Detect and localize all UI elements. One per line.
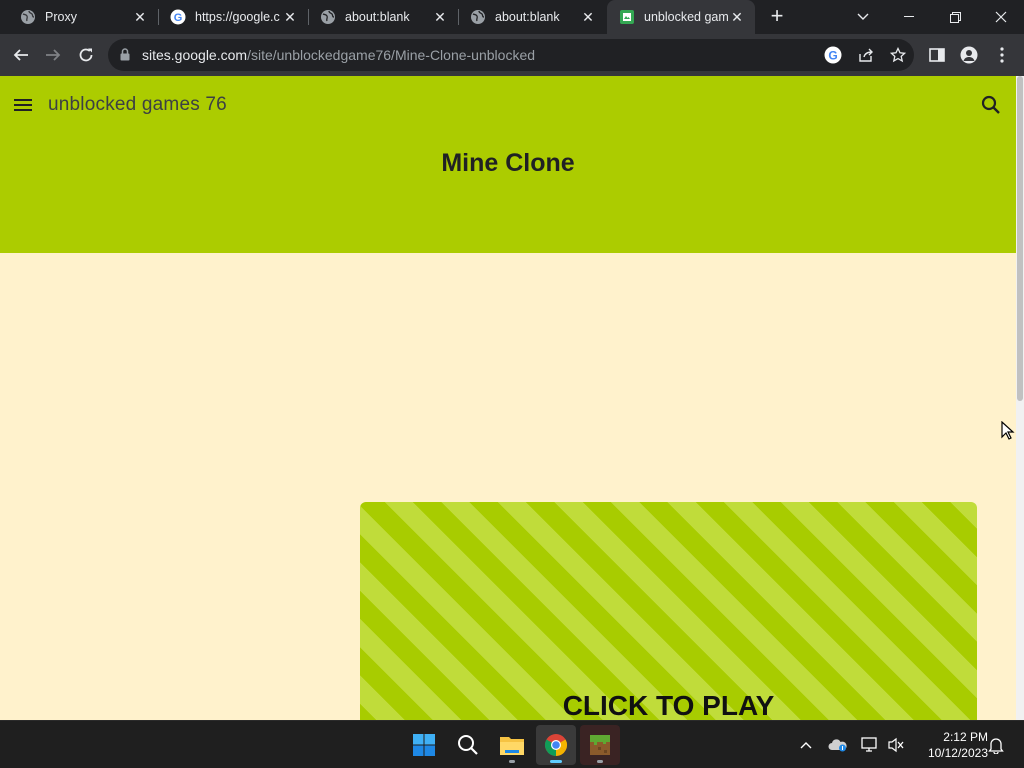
system-clock[interactable]: 2:12 PM 10/12/2023 (912, 729, 988, 761)
share-icon[interactable] (856, 45, 876, 65)
bookmark-star-icon[interactable] (888, 45, 908, 65)
globe-icon (320, 9, 336, 25)
close-tab-icon[interactable]: ✕ (132, 9, 148, 25)
menu-kebab-icon[interactable] (986, 39, 1018, 71)
url-host: sites.google.com (142, 47, 248, 63)
mouse-cursor-icon (1001, 421, 1015, 440)
file-explorer-icon[interactable] (492, 725, 532, 765)
url-text[interactable]: sites.google.com/site/unblockedgame76/Mi… (142, 47, 535, 63)
game-play-area[interactable]: CLICK TO PLAY (360, 502, 977, 720)
page-scrollbar[interactable] (1016, 76, 1024, 720)
globe-icon (20, 9, 36, 25)
globe-icon (470, 9, 486, 25)
tab-title: unblocked gam (644, 10, 729, 24)
svg-text:G: G (828, 49, 837, 63)
search-icon[interactable] (980, 94, 1002, 116)
click-to-play-label[interactable]: CLICK TO PLAY (360, 690, 977, 720)
close-window-button[interactable] (978, 0, 1024, 34)
google-sites-icon (619, 9, 635, 25)
tab-unblocked-games[interactable]: unblocked gam ✕ (607, 0, 755, 34)
running-indicator (597, 760, 603, 763)
profile-avatar-icon[interactable] (953, 39, 985, 71)
onedrive-icon[interactable] (828, 735, 848, 755)
volume-muted-icon[interactable] (886, 735, 906, 755)
chrome-icon[interactable] (536, 725, 576, 765)
minimize-button[interactable] (886, 0, 932, 34)
close-tab-icon[interactable]: ✕ (580, 9, 596, 25)
clock-date: 10/12/2023 (927, 746, 988, 760)
active-indicator (550, 760, 562, 763)
new-tab-button[interactable]: + (765, 5, 789, 29)
site-title[interactable]: unblocked games 76 (48, 94, 227, 116)
google-icon: G (170, 9, 186, 25)
running-indicator (509, 760, 515, 763)
tab-title: https://google.c (195, 10, 280, 24)
tab-title: about:blank (495, 10, 560, 24)
browser-toolbar: sites.google.com/site/unblockedgame76/Mi… (0, 34, 1024, 76)
search-icon[interactable] (448, 725, 488, 765)
side-panel-icon[interactable] (921, 39, 953, 71)
windows-start-icon[interactable] (404, 725, 444, 765)
tab-search-chevron-icon[interactable] (840, 0, 886, 34)
hamburger-menu-icon[interactable] (14, 96, 34, 114)
clock-time: 2:12 PM (943, 730, 988, 744)
tab-about-blank-2[interactable]: about:blank ✕ (458, 0, 606, 34)
close-tab-icon[interactable]: ✕ (432, 9, 448, 25)
restore-button[interactable] (932, 0, 978, 34)
svg-text:G: G (174, 12, 183, 24)
tab-proxy[interactable]: Proxy ✕ (8, 0, 158, 34)
google-lens-icon[interactable]: G (823, 45, 843, 65)
scrollbar-thumb[interactable] (1017, 76, 1023, 401)
close-tab-icon[interactable]: ✕ (729, 9, 745, 25)
reload-button[interactable] (70, 39, 102, 71)
back-button[interactable] (5, 39, 37, 71)
network-icon[interactable] (860, 735, 880, 755)
tab-title: about:blank (345, 10, 410, 24)
tab-strip: Proxy ✕ G https://google.c ✕ about:blank… (0, 0, 1024, 34)
forward-button[interactable] (37, 39, 69, 71)
url-path: /site/unblockedgame76/Mine-Clone-unblock… (247, 47, 536, 63)
windows-taskbar: 2:12 PM 10/12/2023 (0, 720, 1024, 768)
tab-about-blank-1[interactable]: about:blank ✕ (308, 0, 458, 34)
tab-google[interactable]: G https://google.c ✕ (158, 0, 308, 34)
chevron-up-icon[interactable] (796, 735, 816, 755)
site-header: unblocked games 76 Mine Clone (0, 76, 1016, 253)
address-bar[interactable]: sites.google.com/site/unblockedgame76/Mi… (108, 39, 914, 71)
tab-title: Proxy (45, 10, 77, 24)
notification-bell-icon[interactable] (986, 735, 1006, 755)
page-title: Mine Clone (441, 149, 575, 177)
close-tab-icon[interactable]: ✕ (282, 9, 298, 25)
lock-icon[interactable] (120, 48, 130, 66)
minecraft-icon[interactable] (580, 725, 620, 765)
web-page: unblocked games 76 Mine Clone CLICK TO P… (0, 76, 1016, 720)
